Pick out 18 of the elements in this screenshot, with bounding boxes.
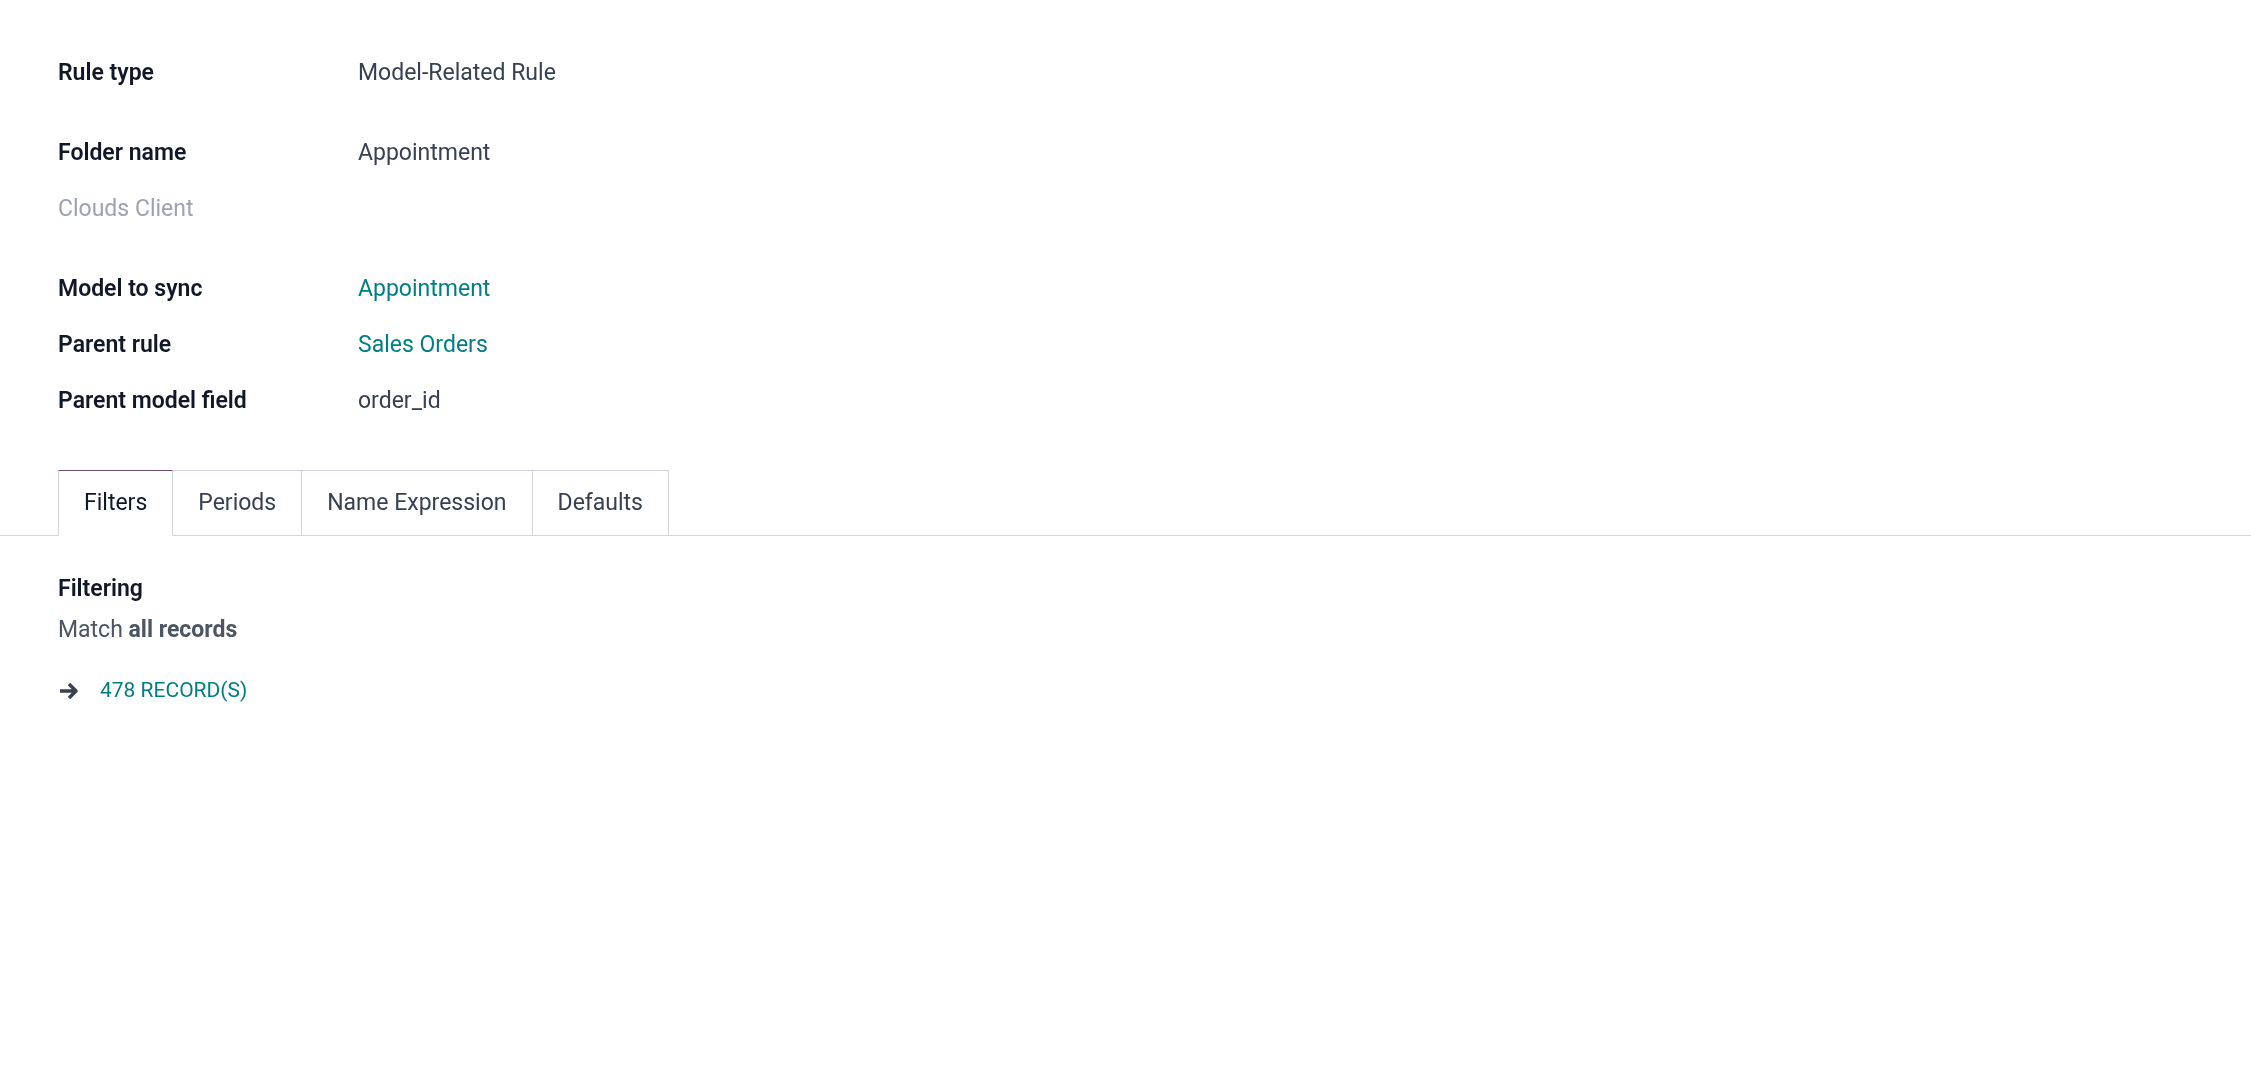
tab[interactable]: Filters — [58, 470, 174, 536]
tab[interactable]: Periods — [173, 470, 303, 536]
section-title: Filtering — [58, 574, 143, 604]
field-label: Parent model field — [58, 385, 248, 416]
field-link[interactable]: Appointment — [358, 271, 491, 307]
filter-summary: Match all records — [58, 614, 238, 645]
field-link[interactable]: Sales Orders — [358, 327, 488, 363]
field-value: Appointment — [358, 137, 491, 168]
field-value: Model-Related Rule — [358, 57, 556, 88]
field-label: Rule type — [58, 57, 155, 88]
tab[interactable]: Name Expression — [302, 470, 533, 536]
records-link[interactable]: 478 RECORD(S) — [100, 675, 248, 707]
tab[interactable]: Defaults — [532, 470, 669, 536]
field-label: Model to sync — [58, 273, 204, 304]
field-label: Folder name — [58, 137, 188, 168]
field-value: order_id — [358, 385, 441, 416]
field-label: Clouds Client — [58, 193, 194, 224]
field-label: Parent rule — [58, 329, 173, 360]
